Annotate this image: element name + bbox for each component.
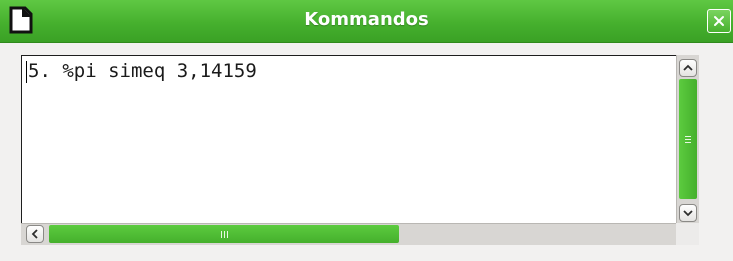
title-bar[interactable]: Kommandos — [0, 0, 733, 43]
command-text[interactable]: 5. %pi simeq 3,14159 — [28, 59, 257, 83]
command-editor[interactable]: 5. %pi simeq 3,14159 — [21, 55, 699, 245]
scroll-down-button[interactable] — [679, 204, 697, 222]
window-title: Kommandos — [304, 9, 429, 30]
horizontal-scrollbar[interactable] — [21, 223, 699, 245]
scroll-left-button[interactable] — [26, 225, 44, 243]
scrollbar-corner — [676, 223, 699, 245]
scroll-up-button[interactable] — [679, 59, 697, 77]
vertical-scrollbar[interactable] — [676, 55, 699, 226]
close-button[interactable] — [707, 9, 731, 33]
horizontal-scroll-thumb[interactable] — [49, 225, 399, 243]
grip-icon — [685, 135, 691, 143]
commands-window: Kommandos 5. %pi simeq 3,14159 — [0, 0, 733, 261]
text-cursor — [26, 61, 27, 83]
grip-icon — [220, 230, 228, 238]
vertical-scroll-thumb[interactable] — [679, 79, 697, 199]
chevron-up-icon — [683, 64, 693, 71]
chevron-left-icon — [31, 229, 38, 239]
chevron-down-icon — [683, 210, 693, 217]
close-icon — [714, 16, 724, 26]
